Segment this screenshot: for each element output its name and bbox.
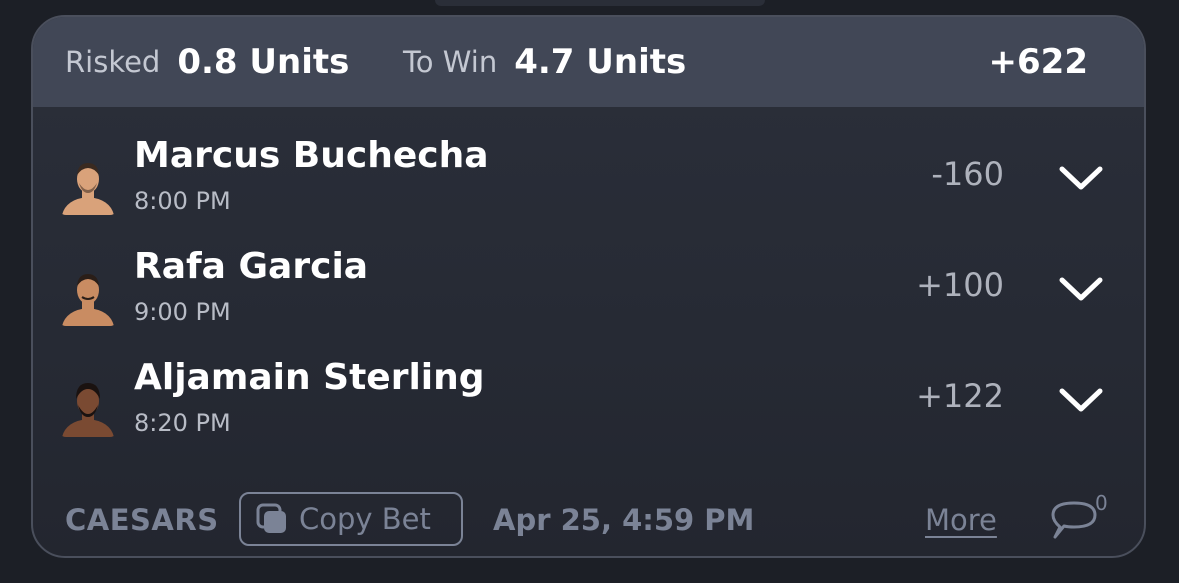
- copy-bet-button[interactable]: Copy Bet: [239, 492, 463, 546]
- chevron-down-icon[interactable]: [1056, 161, 1106, 193]
- top-notch: [435, 0, 765, 6]
- fighter-avatar: [58, 266, 118, 326]
- risked-label: Risked: [65, 45, 161, 79]
- fighter-headshot-icon: [62, 383, 114, 437]
- event-time: 8:20 PM: [134, 409, 231, 437]
- to-win-label: To Win: [403, 45, 498, 79]
- event-time: 9:00 PM: [134, 298, 231, 326]
- risked-value: 0.8 Units: [177, 42, 350, 82]
- fighter-avatar: [58, 377, 118, 437]
- bet-card: Risked 0.8 Units To Win 4.7 Units +622 M…: [31, 15, 1146, 558]
- bet-footer: CAESARS Copy Bet Apr 25, 4:59 PM More 0: [33, 491, 1144, 551]
- to-win-value: 4.7 Units: [514, 42, 687, 82]
- bet-summary-header: Risked 0.8 Units To Win 4.7 Units +622: [33, 17, 1144, 107]
- total-odds: +622: [988, 42, 1088, 82]
- bet-leg: Aljamain Sterling 8:20 PM +122: [33, 351, 1144, 451]
- fighter-name: Marcus Buchecha: [134, 135, 489, 176]
- copy-bet-label: Copy Bet: [299, 502, 431, 536]
- leg-odds: +100: [916, 266, 1004, 304]
- bet-timestamp: Apr 25, 4:59 PM: [493, 503, 755, 537]
- leg-odds: +122: [916, 377, 1004, 415]
- fighter-headshot-icon: [62, 163, 114, 215]
- fighter-headshot-icon: [62, 274, 114, 326]
- to-win-group: To Win 4.7 Units: [403, 17, 686, 107]
- bet-leg: Rafa Garcia 9:00 PM +100: [33, 240, 1144, 340]
- event-time: 8:00 PM: [134, 187, 231, 215]
- more-link[interactable]: More: [925, 503, 997, 537]
- risked-group: Risked 0.8 Units: [65, 17, 349, 107]
- chevron-down-icon[interactable]: [1056, 272, 1106, 304]
- bet-leg: Marcus Buchecha 8:00 PM -160: [33, 129, 1144, 229]
- leg-odds: -160: [931, 155, 1004, 193]
- copy-icon: [256, 503, 286, 533]
- fighter-name: Aljamain Sterling: [134, 357, 485, 398]
- fighter-avatar: [58, 155, 118, 215]
- sportsbook-name: CAESARS: [65, 503, 219, 537]
- fighter-name: Rafa Garcia: [134, 246, 369, 287]
- chevron-down-icon[interactable]: [1056, 383, 1106, 415]
- comment-count: 0: [1095, 491, 1108, 515]
